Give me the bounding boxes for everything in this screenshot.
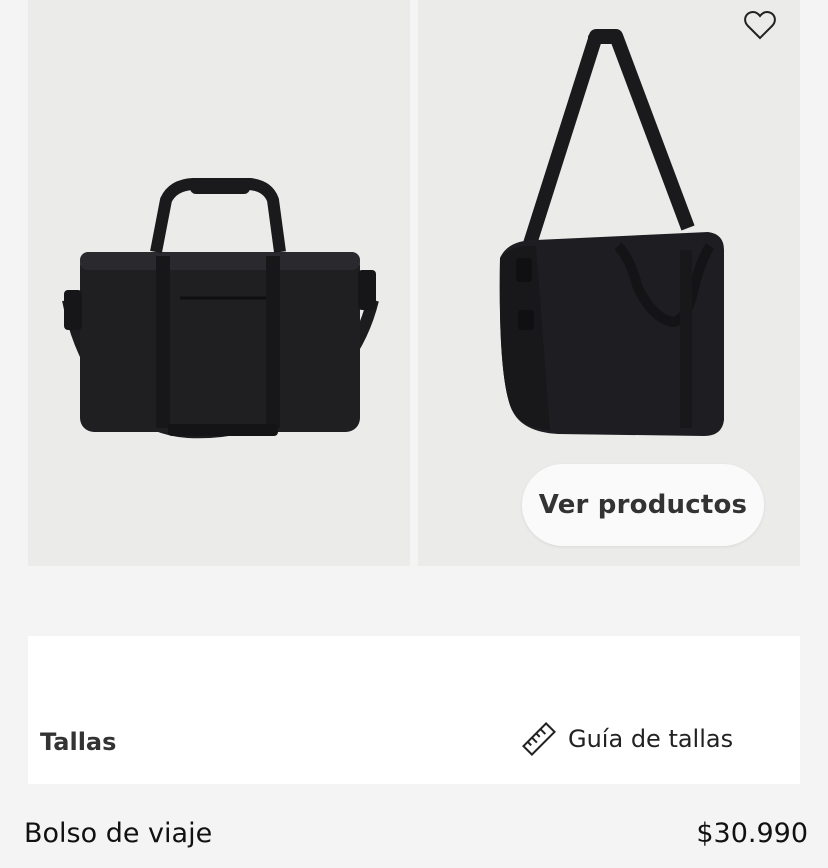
product-price: $30.990 [696,818,808,849]
duffel-bag-front-illustration [62,178,379,439]
view-products-button[interactable]: Ver productos [522,464,764,546]
favorite-button[interactable] [744,10,778,44]
sizes-panel: Tallas Guía de tallas [28,636,800,784]
size-guide-label: Guía de tallas [568,725,734,753]
product-summary: Bolso de viaje $30.990 [24,818,808,849]
product-image-front[interactable] [28,0,410,566]
product-name: Bolso de viaje [24,818,213,849]
sizes-label: Tallas [40,728,117,756]
ruler-icon [522,722,556,756]
size-guide-link[interactable]: Guía de tallas [520,720,733,758]
heart-outline-icon [744,11,776,40]
